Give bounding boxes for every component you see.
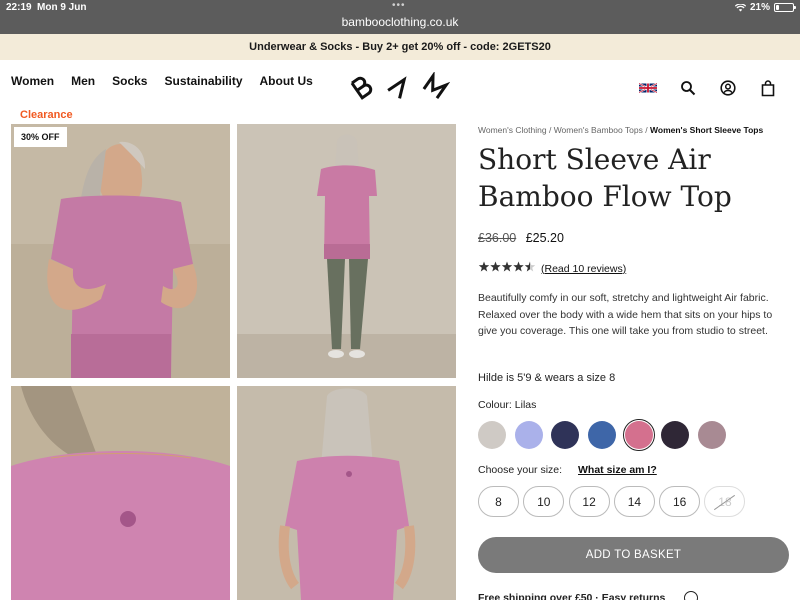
add-to-basket-button[interactable]: ADD TO BASKET — [478, 537, 789, 573]
product-photo-front-closeup[interactable] — [11, 124, 230, 378]
nav-item-about-us[interactable]: About Us — [260, 74, 313, 88]
rating: (Read 10 reviews) — [478, 261, 626, 276]
size-option-16[interactable]: 16 — [659, 486, 701, 517]
size-options: 8 10 12 14 16 18 — [478, 486, 750, 517]
price-original: £36.00 — [478, 231, 517, 245]
colour-swatch[interactable] — [661, 421, 690, 449]
breadcrumb: Women's Clothing / Women's Bamboo Tops /… — [478, 125, 763, 135]
info-icon[interactable] — [684, 591, 698, 600]
model-info: Hilde is 5'9 & wears a size 8 — [478, 372, 616, 384]
size-option-18[interactable]: 18 — [704, 486, 746, 517]
product-photo-full-length[interactable] — [237, 124, 456, 378]
status-date: Mon 9 Jun — [37, 2, 87, 13]
read-reviews-link[interactable]: (Read 10 reviews) — [541, 263, 626, 275]
colour-swatch[interactable] — [622, 419, 655, 451]
breadcrumb-separator: / — [548, 125, 552, 135]
basket-icon[interactable] — [758, 78, 778, 98]
main-nav: Women Men Socks Sustainability About Us — [11, 74, 330, 88]
star-icon — [513, 261, 524, 272]
promo-banner[interactable]: Underwear & Socks - Buy 2+ get 20% off -… — [0, 34, 800, 60]
colour-swatch[interactable] — [478, 421, 506, 449]
colour-swatch[interactable] — [551, 421, 580, 449]
size-label: Choose your size: — [478, 464, 563, 476]
size-option-14[interactable]: 14 — [613, 486, 655, 517]
breadcrumb-separator: / — [645, 125, 648, 135]
nav-item-socks[interactable]: Socks — [112, 74, 147, 88]
search-icon[interactable] — [678, 78, 698, 98]
product-description: Beautifully comfy in our soft, stretchy … — [478, 292, 773, 337]
colour-swatch[interactable] — [588, 421, 617, 449]
clearance-label: Clearance — [20, 109, 73, 121]
uk-flag-icon[interactable] — [638, 78, 658, 98]
discount-badge: 30% OFF — [14, 127, 67, 147]
bam-logo[interactable] — [348, 72, 450, 102]
wifi-icon — [734, 3, 746, 11]
size-option-10[interactable]: 10 — [523, 486, 565, 517]
colour-swatch[interactable] — [514, 421, 543, 449]
multitask-dots-icon[interactable]: ••• — [392, 0, 406, 11]
status-indicators: 21% — [734, 2, 796, 13]
size-option-12[interactable]: 12 — [568, 486, 610, 517]
star-icon — [501, 261, 513, 272]
free-shipping-info: Free shipping over £50 · Easy returns — [478, 592, 666, 600]
battery-percent: 21% — [749, 2, 770, 13]
breadcrumb-link-womens-clothing[interactable]: Women's Clothing — [478, 125, 547, 135]
star-icon — [478, 261, 490, 272]
nav-item-women[interactable]: Women — [11, 74, 54, 88]
nav-item-sustainability[interactable]: Sustainability — [164, 74, 242, 88]
star-icon — [524, 261, 536, 272]
address-bar[interactable]: bambooclothing.co.uk — [0, 15, 800, 29]
browser-status-bar: 22:19 Mon 9 Jun ••• 21% bambooclothing.c… — [0, 0, 800, 34]
colour-label: Colour: Lilas — [478, 399, 537, 411]
colour-swatches — [478, 419, 735, 451]
price: £36.00 £25.20 — [478, 231, 564, 245]
product-photo-back-full[interactable] — [237, 386, 456, 600]
product-title: Short Sleeve Air Bamboo Flow Top — [478, 143, 732, 213]
star-icon — [490, 261, 501, 272]
breadcrumb-current: Women's Short Sleeve Tops — [650, 125, 764, 135]
star-rating-icon — [478, 261, 538, 276]
product-photo-back-detail[interactable] — [11, 386, 230, 600]
account-icon[interactable] — [718, 78, 738, 98]
header-icons — [638, 78, 798, 98]
colour-swatch[interactable] — [698, 421, 727, 449]
status-time: 22:19 — [6, 2, 32, 13]
size-option-8[interactable]: 8 — [478, 486, 519, 517]
price-sale: £25.20 — [525, 231, 564, 245]
battery-icon — [774, 3, 796, 12]
size-guide-link[interactable]: What size am I? — [578, 464, 657, 476]
nav-item-men[interactable]: Men — [71, 74, 95, 88]
breadcrumb-link-womens-bamboo-tops[interactable]: Women's Bamboo Tops — [554, 125, 643, 135]
